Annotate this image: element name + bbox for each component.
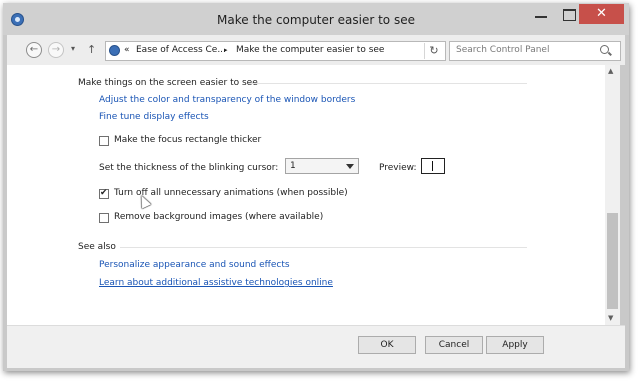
- breadcrumb-item-current[interactable]: Make the computer easier to see: [236, 45, 384, 55]
- close-button[interactable]: ✕: [579, 4, 624, 24]
- control-panel-icon: [109, 45, 120, 56]
- assistive-technologies-link[interactable]: Learn about additional assistive technol…: [99, 278, 333, 288]
- window: Make the computer easier to see ✕ ← → ▾ …: [3, 3, 629, 371]
- apply-button[interactable]: Apply: [486, 336, 544, 354]
- cursor-thickness-value: 1: [290, 161, 296, 171]
- see-also-title: See also: [78, 242, 116, 252]
- forward-button[interactable]: →: [48, 42, 64, 58]
- see-also-divider: [120, 247, 527, 248]
- search-icon[interactable]: [600, 45, 609, 54]
- background-images-checkbox[interactable]: [99, 213, 109, 223]
- section-divider: [249, 83, 527, 84]
- dialog-footer: OK Cancel Apply: [7, 325, 625, 368]
- chevron-down-icon: [346, 164, 354, 169]
- ok-button[interactable]: OK: [358, 336, 416, 354]
- animations-checkbox[interactable]: [99, 188, 109, 199]
- cursor-thickness-label: Set the thickness of the blinking cursor…: [99, 163, 279, 173]
- breadcrumb-separator-icon[interactable]: ▸: [224, 46, 228, 54]
- vertical-scrollbar[interactable]: ▲ ▼: [605, 65, 620, 325]
- scrollbar-thumb[interactable]: [607, 213, 618, 309]
- focus-rectangle-label[interactable]: Make the focus rectangle thicker: [114, 135, 261, 145]
- animations-label[interactable]: Turn off all unnecessary animations (whe…: [114, 188, 348, 198]
- cursor-thickness-dropdown[interactable]: 1: [285, 158, 359, 174]
- minimize-button[interactable]: [535, 16, 547, 18]
- title-bar[interactable]: Make the computer easier to see ✕: [3, 3, 629, 35]
- cancel-button[interactable]: Cancel: [425, 336, 483, 354]
- scroll-down-icon[interactable]: ▼: [608, 314, 613, 322]
- up-level-button[interactable]: ↑: [87, 43, 96, 56]
- cursor-caret-icon: [432, 161, 433, 171]
- breadcrumb-item-ease-of-access[interactable]: Ease of Access Ce...: [136, 45, 226, 55]
- focus-rectangle-checkbox[interactable]: [99, 136, 109, 146]
- preview-label: Preview:: [379, 163, 417, 173]
- section-title: Make things on the screen easier to see: [78, 78, 258, 88]
- refresh-button[interactable]: ↻: [424, 43, 443, 59]
- back-arrow-icon: ←: [29, 44, 39, 55]
- back-button[interactable]: ←: [26, 42, 42, 58]
- navigation-bar: ← → ▾ ↑ « Ease of Access Ce... ▸ Make th…: [7, 35, 625, 65]
- cursor-preview-box: [421, 158, 445, 174]
- breadcrumb-overflow-icon[interactable]: «: [124, 45, 130, 55]
- search-box[interactable]: [449, 41, 621, 61]
- adjust-window-borders-link[interactable]: Adjust the color and transparency of the…: [99, 95, 355, 105]
- search-input[interactable]: [456, 45, 596, 55]
- personalize-appearance-link[interactable]: Personalize appearance and sound effects: [99, 260, 290, 270]
- fine-tune-display-effects-link[interactable]: Fine tune display effects: [99, 112, 209, 122]
- recent-locations-dropdown-icon[interactable]: ▾: [71, 44, 75, 53]
- address-bar[interactable]: « Ease of Access Ce... ▸ Make the comput…: [105, 41, 446, 61]
- maximize-button[interactable]: [563, 9, 576, 21]
- main-content: Make things on the screen easier to see …: [7, 65, 605, 325]
- scroll-up-icon[interactable]: ▲: [608, 67, 613, 75]
- forward-arrow-icon: →: [51, 44, 61, 55]
- background-images-label[interactable]: Remove background images (where availabl…: [114, 212, 323, 222]
